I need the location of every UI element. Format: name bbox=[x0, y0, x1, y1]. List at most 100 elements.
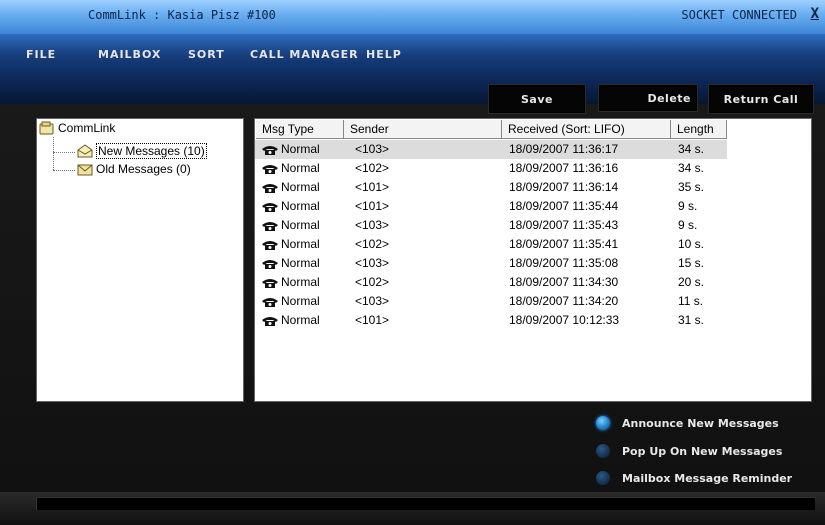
table-row[interactable]: Normal <103> 18/09/2007 11:35:08 15 s. bbox=[255, 254, 727, 273]
menu-sort[interactable]: SORT bbox=[188, 48, 225, 61]
cell-msg-type: Normal bbox=[261, 311, 320, 330]
radio-off-icon bbox=[596, 444, 610, 458]
table-row[interactable]: Normal <101> 18/09/2007 11:36:14 35 s. bbox=[255, 178, 727, 197]
msg-type-label: Normal bbox=[281, 180, 320, 194]
menu-call-manager[interactable]: CALL MANAGER bbox=[250, 48, 359, 61]
cell-received: 18/09/2007 11:34:30 bbox=[509, 275, 619, 289]
cell-sender: <101> bbox=[355, 180, 390, 194]
cell-received: 18/09/2007 11:35:44 bbox=[509, 199, 619, 213]
table-row[interactable]: Normal <102> 18/09/2007 11:34:30 20 s. bbox=[255, 273, 727, 292]
option-mailbox-reminder[interactable]: Mailbox Message Reminder bbox=[596, 471, 792, 485]
table-row[interactable]: Normal <103> 18/09/2007 11:35:43 9 s. bbox=[255, 216, 727, 235]
cell-length: 10 s. bbox=[678, 237, 705, 251]
msg-type-label: Normal bbox=[281, 218, 320, 232]
save-button-label: Save bbox=[521, 92, 553, 106]
phone-icon bbox=[262, 164, 278, 174]
cell-length: 35 s. bbox=[678, 180, 705, 194]
msg-type-label: Normal bbox=[281, 199, 320, 213]
cell-length: 11 s. bbox=[678, 294, 704, 308]
radio-on-icon bbox=[596, 416, 610, 430]
cell-sender: <102> bbox=[355, 161, 390, 175]
column-header-sender[interactable]: Sender bbox=[344, 120, 502, 139]
title-bar[interactable]: CommLink : Kasia Pisz #100 SOCKET CONNEC… bbox=[0, 0, 825, 35]
save-button[interactable]: Save bbox=[488, 84, 586, 114]
column-header-received[interactable]: Received (Sort: LIFO) bbox=[502, 120, 671, 139]
progress-track bbox=[36, 497, 815, 510]
cell-length: 34 s. bbox=[678, 161, 705, 175]
cell-length: 20 s. bbox=[678, 275, 705, 289]
cell-msg-type: Normal bbox=[261, 197, 320, 216]
cell-received: 18/09/2007 11:35:08 bbox=[509, 256, 619, 270]
cell-msg-type: Normal bbox=[261, 254, 320, 273]
cell-length: 9 s. bbox=[678, 218, 698, 232]
tree-node-root[interactable]: CommLink bbox=[39, 121, 115, 135]
cell-received: 18/09/2007 11:35:43 bbox=[509, 218, 619, 232]
cell-received: 18/09/2007 11:36:17 bbox=[509, 142, 619, 156]
column-header-msg-type[interactable]: Msg Type bbox=[256, 120, 344, 139]
tree-item-new-messages[interactable]: New Messages (10) bbox=[77, 143, 207, 159]
msg-type-label: Normal bbox=[281, 275, 320, 289]
option-pop-up-new-messages[interactable]: Pop Up On New Messages bbox=[596, 444, 782, 458]
cell-msg-type: Normal bbox=[261, 178, 320, 197]
cell-sender: <101> bbox=[355, 313, 390, 327]
option-announce-new-messages[interactable]: Announce New Messages bbox=[596, 416, 779, 430]
phone-icon bbox=[262, 145, 278, 155]
cell-length: 31 s. bbox=[678, 313, 705, 327]
close-icon[interactable]: X bbox=[811, 6, 819, 22]
msg-type-label: Normal bbox=[281, 294, 320, 308]
phone-icon bbox=[262, 202, 278, 212]
cell-sender: <102> bbox=[355, 237, 390, 251]
cell-msg-type: Normal bbox=[261, 140, 320, 159]
cell-received: 18/09/2007 11:35:41 bbox=[509, 237, 619, 251]
menu-file[interactable]: FILE bbox=[26, 48, 56, 61]
table-row[interactable]: Normal <101> 18/09/2007 10:12:33 31 s. bbox=[255, 311, 727, 330]
table-row[interactable]: Normal <103> 18/09/2007 11:34:20 11 s. bbox=[255, 292, 727, 311]
option-label: Mailbox Message Reminder bbox=[622, 471, 793, 485]
msg-type-label: Normal bbox=[281, 161, 320, 175]
tree-connector bbox=[53, 170, 75, 171]
menu-mailbox[interactable]: MAILBOX bbox=[98, 48, 161, 61]
msg-type-label: Normal bbox=[281, 237, 320, 251]
commlink-root-icon bbox=[39, 121, 55, 135]
cell-length: 34 s. bbox=[678, 142, 705, 156]
cell-sender: <103> bbox=[355, 294, 390, 308]
cell-msg-type: Normal bbox=[261, 216, 320, 235]
radio-off-icon bbox=[596, 471, 610, 485]
column-header-length[interactable]: Length bbox=[671, 120, 727, 139]
phone-icon bbox=[262, 259, 278, 269]
envelope-open-icon bbox=[77, 144, 93, 158]
return-call-button-label: Return Call bbox=[723, 92, 799, 106]
phone-icon bbox=[262, 316, 278, 326]
cell-sender: <102> bbox=[355, 275, 390, 289]
table-row[interactable]: Normal <101> 18/09/2007 11:35:44 9 s. bbox=[255, 197, 727, 216]
message-list: Msg Type Sender Received (Sort: LIFO) Le… bbox=[254, 118, 812, 402]
return-call-button[interactable]: Return Call bbox=[708, 84, 814, 114]
cell-received: 18/09/2007 11:36:14 bbox=[509, 180, 619, 194]
cell-sender: <103> bbox=[355, 218, 390, 232]
menu-bar: FILE MAILBOX SORT CALL MANAGER HELP bbox=[0, 34, 825, 104]
tree-item-label: Old Messages (0) bbox=[96, 162, 191, 176]
phone-icon bbox=[262, 278, 278, 288]
cell-length: 15 s. bbox=[678, 256, 705, 270]
status-bar bbox=[0, 492, 825, 525]
menu-help[interactable]: HELP bbox=[366, 48, 402, 61]
phone-icon bbox=[262, 221, 278, 231]
tree-item-old-messages[interactable]: Old Messages (0) bbox=[77, 162, 191, 176]
option-label: Pop Up On New Messages bbox=[622, 444, 783, 458]
table-row[interactable]: Normal <102> 18/09/2007 11:36:16 34 s. bbox=[255, 159, 727, 178]
commlink-window: CommLink : Kasia Pisz #100 SOCKET CONNEC… bbox=[0, 0, 825, 525]
table-row[interactable]: Normal <103> 18/09/2007 11:36:17 34 s. bbox=[255, 140, 727, 159]
phone-icon bbox=[262, 297, 278, 307]
cell-length: 9 s. bbox=[678, 199, 698, 213]
delete-button[interactable]: Delete bbox=[598, 84, 698, 112]
option-label: Announce New Messages bbox=[622, 416, 779, 430]
table-row[interactable]: Normal <102> 18/09/2007 11:35:41 10 s. bbox=[255, 235, 727, 254]
tree-root-label: CommLink bbox=[58, 121, 116, 135]
delete-button-label: Delete bbox=[647, 91, 691, 105]
cell-received: 18/09/2007 11:34:20 bbox=[509, 294, 619, 308]
msg-type-label: Normal bbox=[281, 142, 320, 156]
cell-sender: <101> bbox=[355, 199, 390, 213]
cell-msg-type: Normal bbox=[261, 273, 320, 292]
tree-item-label: New Messages (10) bbox=[96, 143, 207, 159]
cell-msg-type: Normal bbox=[261, 235, 320, 254]
